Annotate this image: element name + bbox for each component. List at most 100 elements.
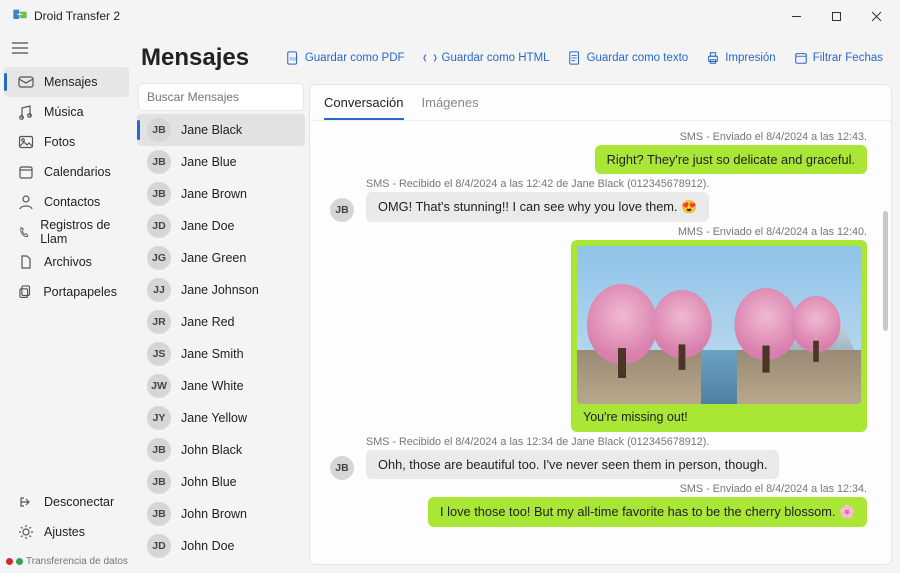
contact-item[interactable]: JDJane Doe (137, 210, 305, 242)
contact-name: John Doe (181, 539, 235, 553)
contact-name: Jane Black (181, 123, 242, 137)
contact-item[interactable]: JS Jane Smith (137, 338, 305, 370)
scrollbar[interactable] (883, 211, 888, 331)
message-meta: MMS - Enviado el 8/4/2024 a las 12:40. (678, 226, 867, 238)
contact-item[interactable]: JBJohn Black (137, 434, 305, 466)
contact-name: John Brown (181, 507, 247, 521)
tab-images[interactable]: Imágenes (422, 95, 479, 120)
avatar: JR (147, 310, 171, 334)
avatar: JG (147, 246, 171, 270)
avatar: JB (330, 198, 354, 222)
nav-icon (18, 284, 33, 300)
sidebar-item-ajustes[interactable]: Ajustes (4, 517, 129, 547)
nav-icon (18, 194, 34, 210)
sidebar-item-label: Música (44, 105, 84, 119)
contact-name: Jane Smith (181, 347, 244, 361)
save-html-button[interactable]: Guardar como HTML (416, 47, 557, 69)
page-title: Mensajes (141, 44, 249, 72)
status-bar: Transferencia de datos (6, 556, 128, 567)
message-bubble[interactable]: Right? They're just so delicate and grac… (595, 145, 867, 174)
close-button[interactable] (856, 2, 896, 30)
sidebar-item-calendarios[interactable]: Calendarios (4, 157, 129, 187)
avatar: JD (147, 534, 171, 558)
message-row: SMS - Recibido el 8/4/2024 a las 12:42 d… (366, 178, 867, 222)
avatar: JB (330, 456, 354, 480)
text-icon (568, 51, 582, 65)
nav-icon (18, 74, 34, 90)
contact-name: Jane Red (181, 315, 235, 329)
message-bubble[interactable]: I love those too! But my all-time favori… (428, 497, 867, 527)
nav-icon (18, 254, 34, 270)
toolbar: PDFGuardar como PDF Guardar como HTML Gu… (279, 47, 890, 69)
nav-icon (18, 164, 34, 180)
print-button[interactable]: Impresión (699, 47, 783, 69)
avatar: JB (147, 150, 171, 174)
message-meta: SMS - Recibido el 8/4/2024 a las 12:42 d… (366, 178, 709, 190)
contact-item[interactable]: JGJohn Green (137, 562, 305, 565)
tab-conversation[interactable]: Conversación (324, 95, 404, 120)
contact-name: John Blue (181, 475, 237, 489)
message-meta: SMS - Enviado el 8/4/2024 a las 12:34. (680, 483, 867, 495)
sidebar-item-label: Portapapeles (43, 285, 117, 299)
contact-item[interactable]: JB Jane Black (137, 114, 305, 146)
message-bubble[interactable]: OMG! That's stunning!! I can see why you… (366, 192, 709, 222)
contact-item[interactable]: JJ Jane Johnson (137, 274, 305, 306)
contact-item[interactable]: JBJohn Brown (137, 498, 305, 530)
search-input[interactable] (139, 84, 303, 110)
contact-name: Jane Yellow (181, 411, 247, 425)
avatar: JB (147, 118, 171, 142)
sidebar-item-contactos[interactable]: Contactos (4, 187, 129, 217)
avatar: JJ (147, 278, 171, 302)
contact-item[interactable]: JD John Doe (137, 530, 305, 562)
contact-item[interactable]: JY Jane Yellow (137, 402, 305, 434)
contacts-panel: JBJane BlackJBJane BlueJBJane BrownJDJan… (133, 84, 309, 565)
nav-icon (18, 524, 34, 540)
sidebar-item-label: Archivos (44, 255, 92, 269)
avatar: JY (147, 406, 171, 430)
filter-dates-button[interactable]: Filtrar Fechas (787, 47, 890, 69)
sidebar-item-mensajes[interactable]: Mensajes (4, 67, 129, 97)
message-row: MMS - Enviado el 8/4/2024 a las 12:40. Yo… (322, 226, 867, 432)
minimize-button[interactable] (776, 2, 816, 30)
avatar: JB (147, 182, 171, 206)
contact-name: Jane Brown (181, 187, 247, 201)
message-row: SMS - Enviado el 8/4/2024 a las 12:34. I … (322, 483, 867, 527)
avatar: JS (147, 342, 171, 366)
mms-bubble[interactable]: You're missing out! (571, 240, 867, 432)
nav-icon (18, 494, 34, 510)
sidebar-item-archivos[interactable]: Archivos (4, 247, 129, 277)
sidebar: Mensajes Música Fotos Calendarios ContactosR… (0, 32, 133, 573)
nav-icon (18, 134, 34, 150)
sidebar-item-label: Mensajes (44, 75, 98, 89)
sidebar-item-label: Registros de Llam (40, 218, 117, 246)
sidebar-item-label: Calendarios (44, 165, 111, 179)
maximize-button[interactable] (816, 2, 856, 30)
message-bubble[interactable]: Ohh, those are beautiful too. I've never… (366, 450, 779, 479)
status-dot-red (6, 558, 13, 565)
menu-toggle-button[interactable] (0, 36, 133, 67)
sidebar-item-label: Desconectar (44, 495, 114, 509)
contact-item[interactable]: JR Jane Red (137, 306, 305, 338)
sidebar-item-música[interactable]: Música (4, 97, 129, 127)
save-text-button[interactable]: Guardar como texto (561, 47, 696, 69)
sidebar-item-fotos[interactable]: Fotos (4, 127, 129, 157)
contact-item[interactable]: JB Jane Brown (137, 178, 305, 210)
contact-item[interactable]: JWJane White (137, 370, 305, 402)
contact-name: Jane Johnson (181, 283, 259, 297)
contact-name: Jane Green (181, 251, 246, 265)
mms-image[interactable] (577, 246, 861, 404)
sidebar-item-portapapeles[interactable]: Portapapeles (4, 277, 129, 307)
app-title: Droid Transfer 2 (34, 9, 120, 23)
contact-name: John Black (181, 443, 242, 457)
contact-item[interactable]: JG Jane Green (137, 242, 305, 274)
contact-name: Jane Blue (181, 155, 237, 169)
mms-caption: You're missing out! (577, 404, 861, 426)
sidebar-item-desconectar[interactable]: Desconectar (4, 487, 129, 517)
sidebar-item-registros-de-llam[interactable]: Registros de Llam (4, 217, 129, 247)
sidebar-item-label: Ajustes (44, 525, 85, 539)
contact-item[interactable]: JBJohn Blue (137, 466, 305, 498)
calendar-icon (794, 51, 808, 65)
contact-item[interactable]: JB Jane Blue (137, 146, 305, 178)
save-pdf-button[interactable]: PDFGuardar como PDF (279, 47, 412, 69)
svg-text:PDF: PDF (289, 57, 298, 62)
